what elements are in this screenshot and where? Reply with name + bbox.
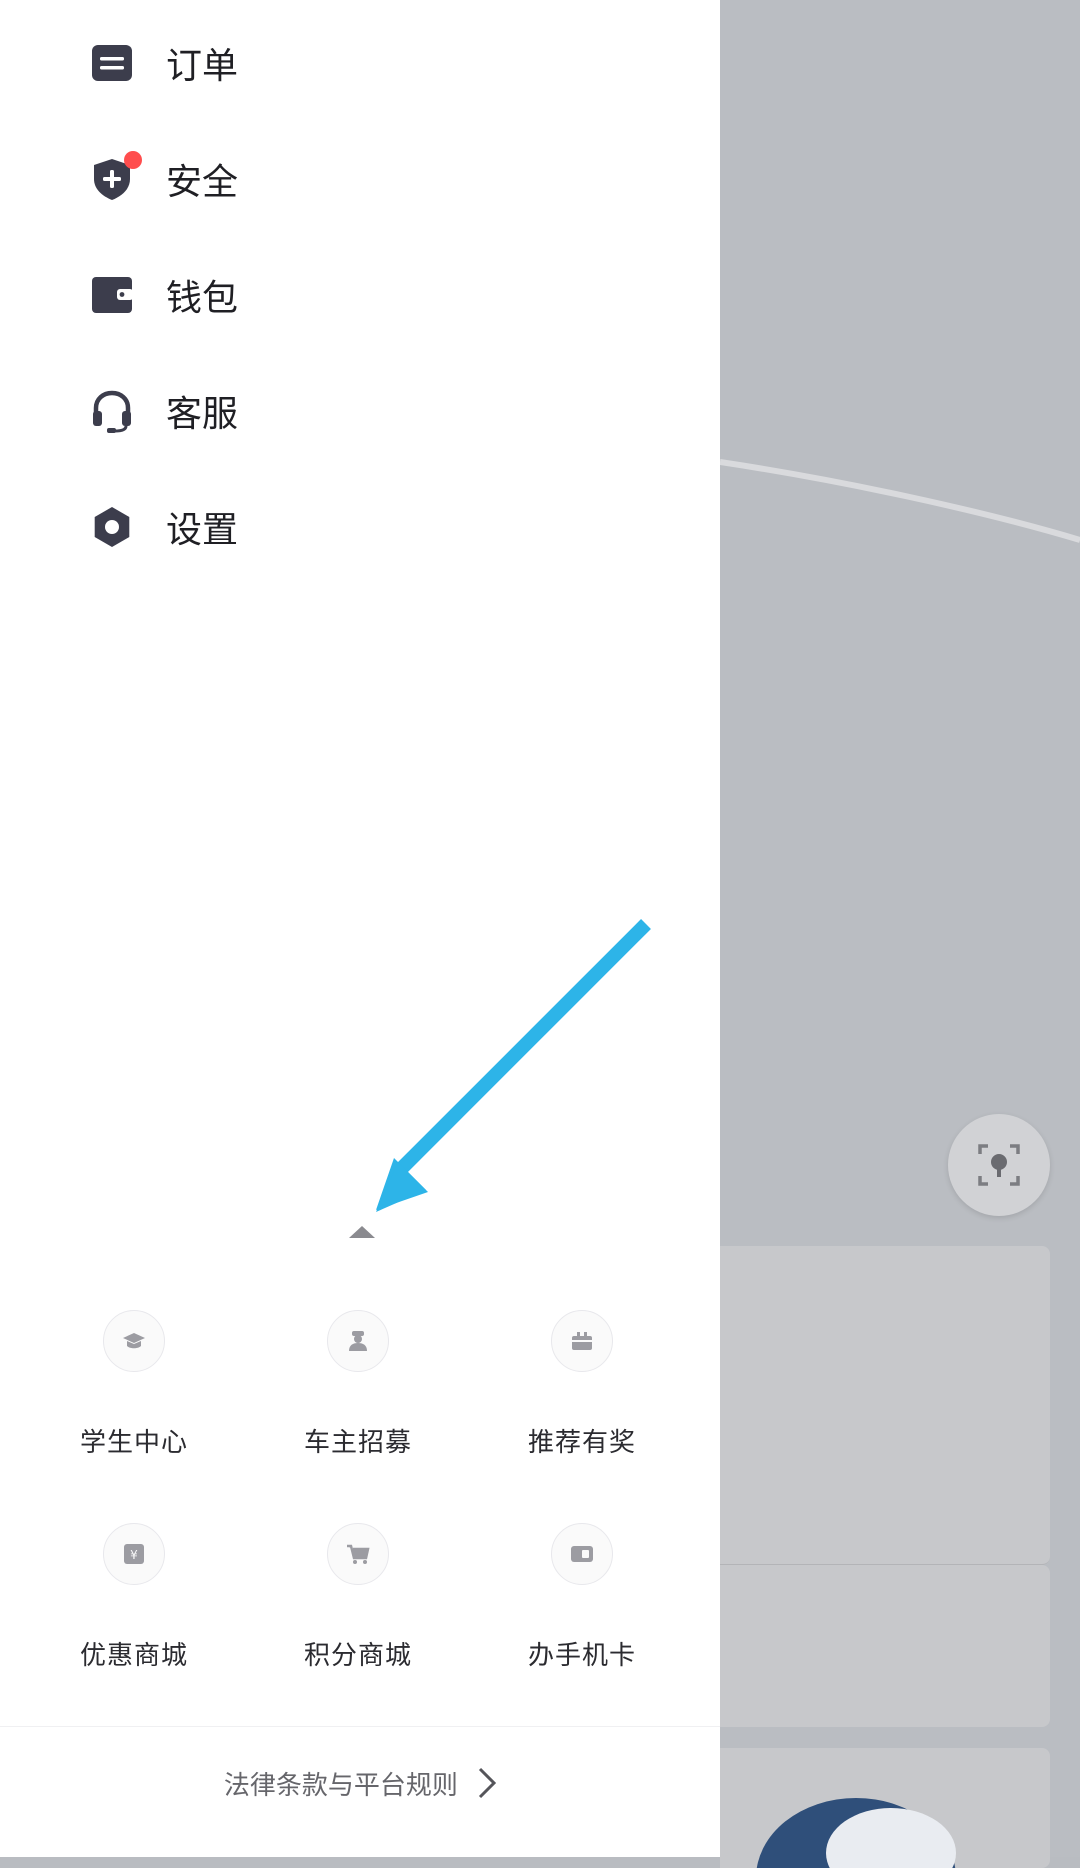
service-referral-reward[interactable]: 推荐有奖 — [470, 1310, 694, 1459]
map-card[interactable] — [720, 1748, 1050, 1868]
side-drawer: 订单 安全 钱包 客服 设置 学生中心 车主招募 推荐有奖 ¥ 优惠商城 积分商… — [0, 0, 720, 1857]
legal-link-label: 法律条款与平台规则 — [223, 1771, 458, 1801]
gift-icon — [551, 1310, 613, 1372]
location-focus-icon — [978, 1144, 1020, 1186]
service-student-center[interactable]: 学生中心 — [22, 1310, 246, 1459]
service-sim-card[interactable]: 办手机卡 — [470, 1523, 694, 1672]
svg-text:¥: ¥ — [130, 1548, 138, 1562]
shield-icon — [90, 151, 142, 201]
menu-item-label: 客服 — [166, 394, 239, 435]
sim-card-icon — [551, 1523, 613, 1585]
menu-item-wallet[interactable]: 钱包 — [90, 260, 238, 330]
locate-button[interactable] — [948, 1114, 1050, 1216]
car-image — [756, 1798, 956, 1868]
legal-link[interactable]: 法律条款与平台规则 — [0, 1765, 720, 1806]
chevron-right-icon — [478, 1767, 497, 1806]
headset-icon — [90, 389, 134, 433]
menu-item-orders[interactable]: 订单 — [90, 28, 238, 98]
menu-item-customer-service[interactable]: 客服 — [90, 376, 238, 446]
service-label: 积分商城 — [303, 1641, 412, 1671]
order-icon — [90, 41, 134, 85]
menu-item-label: 订单 — [166, 46, 239, 87]
service-points-mall[interactable]: 积分商城 — [246, 1523, 470, 1672]
footer-divider — [0, 1726, 720, 1727]
menu-item-settings[interactable]: 设置 — [90, 492, 238, 562]
service-label: 学生中心 — [79, 1428, 188, 1458]
graduation-cap-icon — [103, 1310, 165, 1372]
menu-item-safety[interactable]: 安全 — [90, 144, 238, 214]
expand-up-icon[interactable] — [349, 1226, 375, 1238]
service-discount-mall[interactable]: ¥ 优惠商城 — [22, 1523, 246, 1672]
service-label: 办手机卡 — [527, 1641, 636, 1671]
menu-item-label: 安全 — [166, 162, 239, 203]
cart-icon — [327, 1523, 389, 1585]
service-label: 车主招募 — [303, 1428, 412, 1458]
service-driver-recruit[interactable]: 车主招募 — [246, 1310, 470, 1459]
driver-icon — [327, 1310, 389, 1372]
map-card[interactable] — [720, 1246, 1050, 1565]
menu-item-label: 设置 — [166, 510, 239, 551]
gear-icon — [90, 505, 134, 549]
notification-badge — [124, 151, 142, 169]
wallet-icon — [90, 273, 134, 317]
menu-item-label: 钱包 — [166, 278, 239, 319]
service-label: 推荐有奖 — [527, 1428, 636, 1458]
map-card[interactable] — [720, 1565, 1050, 1727]
yen-bag-icon: ¥ — [103, 1523, 165, 1585]
service-label: 优惠商城 — [79, 1641, 188, 1671]
